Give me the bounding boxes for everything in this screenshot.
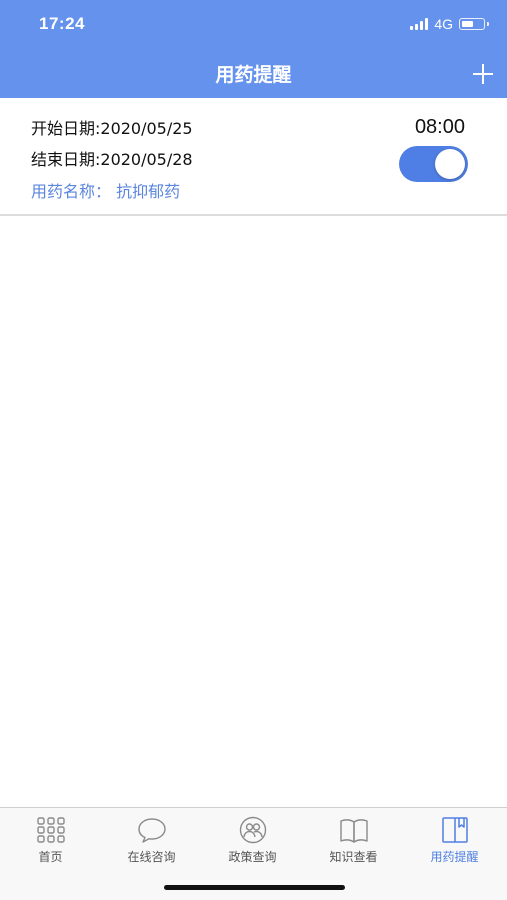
home-indicator[interactable] [164, 885, 345, 890]
status-time: 17:24 [39, 14, 85, 33]
tab-policy-query[interactable]: 政策查询 [202, 808, 303, 870]
drug-name: 用药名称： 抗抑郁药 [31, 182, 181, 201]
tab-policy-query-label: 政策查询 [228, 850, 277, 864]
toggle-knob [435, 149, 465, 179]
people-icon [239, 816, 266, 844]
header-bar: 17:24 4G 用药提醒 [0, 0, 507, 98]
tab-home-label: 首页 [38, 850, 63, 864]
tab-home[interactable]: 首页 [0, 808, 101, 870]
tab-knowledge-label: 知识查看 [329, 850, 378, 864]
network-label: 4G [434, 16, 453, 32]
page-title: 用药提醒 [215, 64, 292, 86]
tab-online-consult[interactable]: 在线咨询 [101, 808, 202, 870]
reminder-time: 08:00 [414, 116, 465, 138]
app-screen: 17:24 4G 用药提醒 开始日期:2020/05/25 结束日期:2020/… [0, 0, 507, 900]
status-indicators: 4G [410, 16, 489, 32]
grid-icon [36, 817, 65, 843]
book-icon [339, 819, 368, 843]
add-reminder-button[interactable] [471, 62, 495, 86]
tab-knowledge[interactable]: 知识查看 [303, 808, 404, 870]
bookmark-book-icon [441, 817, 468, 843]
tab-medication-reminder-label: 用药提醒 [430, 850, 479, 864]
battery-tip [487, 22, 489, 26]
reminder-toggle[interactable] [399, 146, 468, 182]
plus-icon [473, 64, 493, 84]
start-date: 开始日期:2020/05/25 [31, 119, 193, 138]
signal-icon [410, 18, 429, 30]
battery-fill [462, 21, 473, 27]
tab-online-consult-label: 在线咨询 [127, 850, 176, 864]
chat-bubble-icon [137, 818, 166, 843]
tab-medication-reminder[interactable]: 用药提醒 [404, 808, 505, 870]
end-date: 结束日期:2020/05/28 [31, 150, 193, 169]
battery-icon [459, 18, 489, 30]
